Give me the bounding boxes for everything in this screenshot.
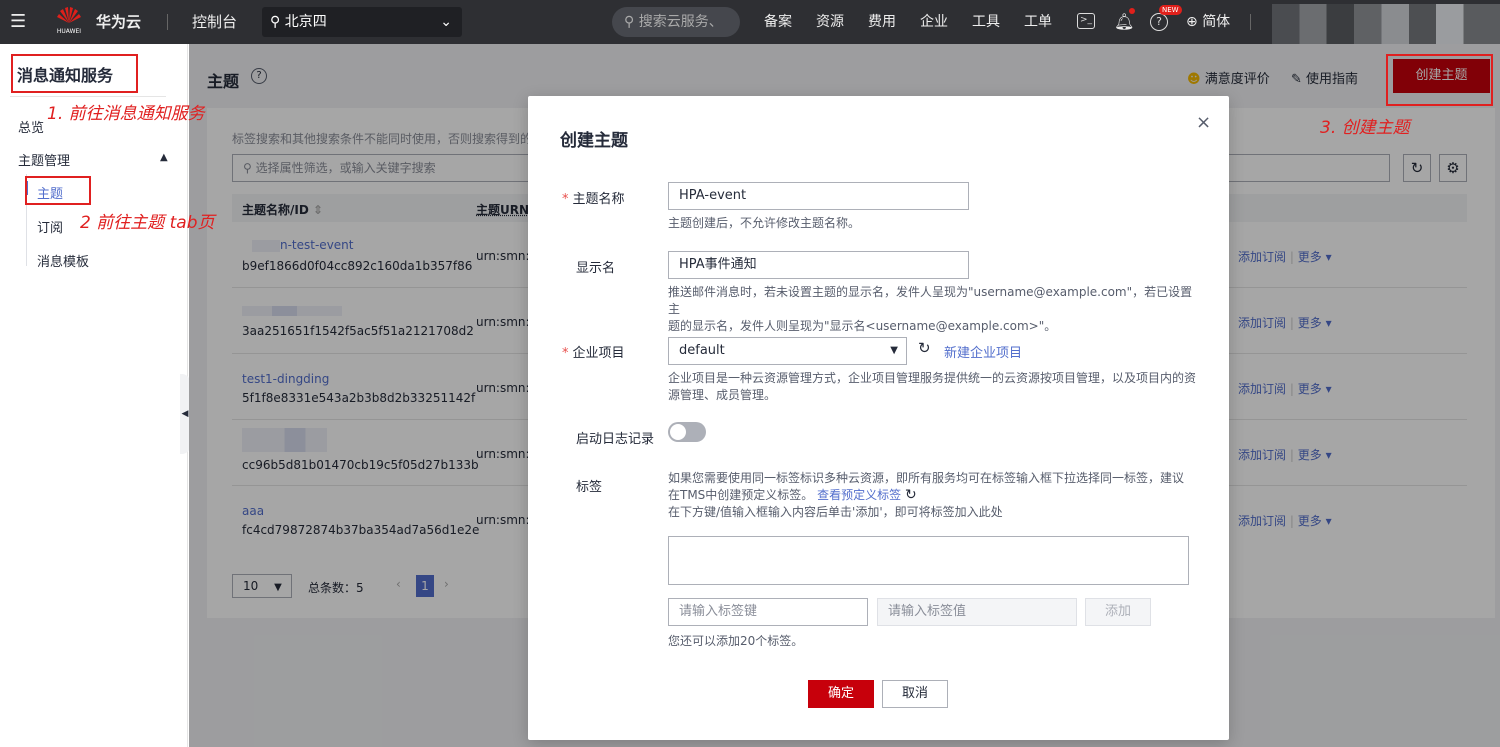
- annotation-step-3: 3. 创建主题: [1320, 118, 1410, 138]
- search-placeholder: 搜索云服务、: [638, 14, 723, 30]
- tag-label: 标签: [576, 480, 603, 495]
- hint-line: 源管理、成员管理。: [668, 388, 777, 402]
- logo-subtext: HUAWEI: [56, 28, 82, 35]
- service-sidebar: 消息通知服务 总览 主题管理 ▲ 主题 订阅 消息模板 ◀: [0, 44, 190, 747]
- display-name-label: 显示名: [576, 261, 616, 276]
- divider: [167, 14, 168, 30]
- user-account-blurred[interactable]: [1272, 4, 1500, 44]
- console-link[interactable]: 控制台: [192, 0, 237, 44]
- view-predefined-tags-link[interactable]: 查看预定义标签: [817, 488, 901, 502]
- hint-line: 企业项目是一种云资源管理方式，企业项目管理服务提供统一的云资源按项目管理，以及项…: [668, 371, 1197, 385]
- hint-line: 题的显示名，发件人则呈现为"显示名<username@example.com>"…: [668, 319, 1057, 333]
- new-badge: NEW: [1159, 5, 1182, 15]
- nav-resources[interactable]: 资源: [816, 0, 844, 44]
- help-icon[interactable]: ?: [1150, 13, 1168, 31]
- language-label: 简体: [1202, 14, 1231, 30]
- sidebar-item-message-templates[interactable]: 消息模板: [37, 251, 89, 270]
- brand-name[interactable]: 华为云: [96, 0, 141, 44]
- add-tag-button[interactable]: 添加: [1085, 598, 1151, 626]
- hint-line: 在下方键/值输入框输入内容后单击'添加'，即可将标签加入此处: [668, 505, 1003, 519]
- ep-value: default: [679, 343, 725, 358]
- nav-beian[interactable]: 备案: [764, 0, 792, 44]
- location-pin-icon: ⚲: [270, 14, 281, 30]
- enterprise-project-select[interactable]: default ▼: [668, 337, 907, 365]
- close-icon[interactable]: ×: [1196, 112, 1211, 133]
- annotation-box-topic: [25, 176, 91, 205]
- search-icon: ⚲: [624, 14, 635, 30]
- region-value: 北京四: [284, 14, 327, 30]
- topic-name-label: * 主题名称: [562, 192, 625, 207]
- huawei-logo[interactable]: HUAWEI: [52, 5, 86, 39]
- enterprise-project-label: * 企业项目: [562, 346, 625, 361]
- annotation-step-2: 2 前往主题 tab页: [80, 213, 215, 233]
- chevron-up-icon[interactable]: ▲: [160, 152, 168, 163]
- hint-line: 在TMS中创建预定义标签。: [668, 488, 814, 502]
- top-navigation-bar: ☰ HUAWEI 华为云 控制台 ⚲ 北京四 ⌄ ⚲ 搜索云服务、 备案 资源 …: [0, 0, 1500, 44]
- global-search-input[interactable]: ⚲ 搜索云服务、: [612, 7, 740, 37]
- nav-tools[interactable]: 工具: [972, 0, 1000, 44]
- new-enterprise-project-link[interactable]: 新建企业项目: [944, 342, 1022, 361]
- dialog-title: 创建主题: [560, 131, 628, 151]
- divider: [1250, 14, 1251, 30]
- tag-hint: 如果您需要使用同一标签标识多种云资源，即所有服务均可在标签输入框下拉选择同一标签…: [668, 470, 1208, 521]
- bell-icon[interactable]: 🔔︎: [1114, 0, 1134, 44]
- refresh-icon[interactable]: ↻: [918, 339, 931, 357]
- chevron-down-icon: ⌄: [440, 14, 452, 30]
- cancel-button[interactable]: 取消: [882, 680, 948, 708]
- confirm-button[interactable]: 确定: [808, 680, 874, 708]
- log-toggle-label: 启动日志记录: [576, 432, 655, 447]
- enterprise-project-hint: 企业项目是一种云资源管理方式，企业项目管理服务提供统一的云资源按项目管理，以及项…: [668, 370, 1208, 404]
- log-toggle-switch[interactable]: [668, 422, 706, 442]
- sidebar-item-subscriptions[interactable]: 订阅: [37, 217, 63, 236]
- sidebar-item-overview[interactable]: 总览: [18, 117, 44, 136]
- hint-line: 推送邮件消息时，若未设置主题的显示名，发件人呈现为"username@examp…: [668, 285, 1193, 316]
- nav-billing[interactable]: 费用: [868, 0, 896, 44]
- notification-dot: [1129, 8, 1135, 14]
- display-name-input[interactable]: HPA事件通知: [668, 251, 969, 279]
- annotation-box-create: [1386, 54, 1493, 106]
- caret-down-icon: ▼: [890, 345, 898, 356]
- display-name-hint: 推送邮件消息时，若未设置主题的显示名，发件人呈现为"username@examp…: [668, 284, 1198, 335]
- divider: [10, 96, 166, 97]
- annotation-box-service: [11, 54, 138, 93]
- topic-name-input[interactable]: HPA-event: [668, 182, 969, 210]
- tag-remaining-hint: 您还可以添加20个标签。: [668, 634, 804, 648]
- tag-value-input[interactable]: 请输入标签值: [877, 598, 1077, 626]
- globe-icon: ⊕: [1186, 14, 1198, 30]
- toggle-knob: [670, 424, 686, 440]
- nav-enterprise[interactable]: 企业: [920, 0, 948, 44]
- language-switch[interactable]: ⊕ 简体: [1186, 0, 1230, 44]
- tag-key-input[interactable]: 请输入标签键: [668, 598, 868, 626]
- region-selector[interactable]: ⚲ 北京四 ⌄: [262, 7, 462, 37]
- create-topic-dialog: 创建主题 × * 主题名称 HPA-event 主题创建后，不允许修改主题名称。 …: [528, 96, 1229, 740]
- terminal-icon[interactable]: >_: [1077, 13, 1095, 29]
- sidebar-item-topic-management[interactable]: 主题管理: [18, 150, 70, 169]
- hint-line: 如果您需要使用同一标签标识多种云资源，即所有服务均可在标签输入框下拉选择同一标签…: [668, 471, 1185, 485]
- refresh-icon[interactable]: ↻: [905, 487, 917, 503]
- menu-icon[interactable]: ☰: [10, 0, 26, 44]
- tag-list-box: [668, 536, 1189, 585]
- topic-name-hint: 主题创建后，不允许修改主题名称。: [668, 216, 861, 230]
- annotation-step-1: 1. 前往消息通知服务: [47, 104, 205, 124]
- nav-tickets[interactable]: 工单: [1024, 0, 1052, 44]
